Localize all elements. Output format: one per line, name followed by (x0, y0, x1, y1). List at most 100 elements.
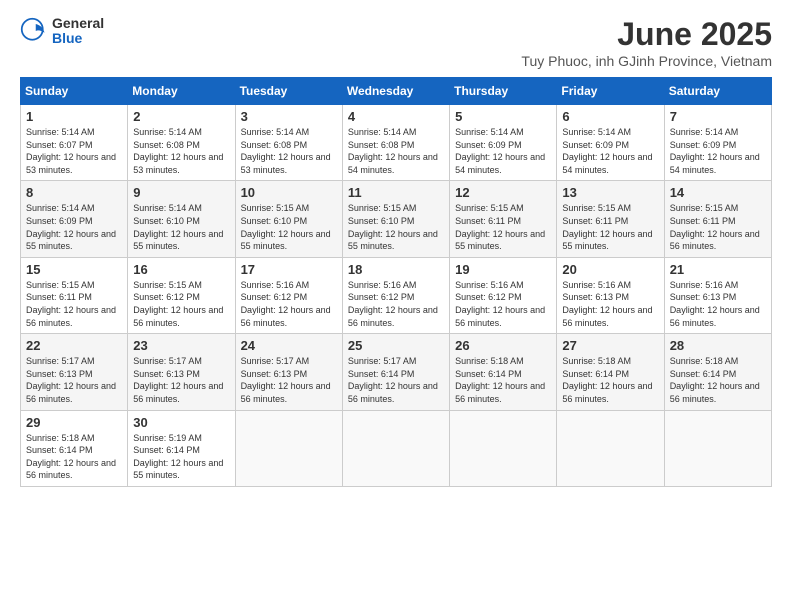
day-cell-9: 9 Sunrise: 5:14 AMSunset: 6:10 PMDayligh… (128, 181, 235, 257)
day-info: Sunrise: 5:16 AMSunset: 6:12 PMDaylight:… (455, 279, 551, 329)
day-info: Sunrise: 5:16 AMSunset: 6:12 PMDaylight:… (348, 279, 444, 329)
day-info: Sunrise: 5:18 AMSunset: 6:14 PMDaylight:… (455, 355, 551, 405)
day-number: 8 (26, 185, 122, 200)
day-info: Sunrise: 5:16 AMSunset: 6:12 PMDaylight:… (241, 279, 337, 329)
day-number: 11 (348, 185, 444, 200)
logo-icon (20, 17, 48, 45)
empty-cell (664, 410, 771, 486)
day-cell-7: 7 Sunrise: 5:14 AMSunset: 6:09 PMDayligh… (664, 105, 771, 181)
day-number: 18 (348, 262, 444, 277)
header-tuesday: Tuesday (235, 78, 342, 105)
day-number: 15 (26, 262, 122, 277)
day-number: 28 (670, 338, 766, 353)
day-cell-6: 6 Sunrise: 5:14 AMSunset: 6:09 PMDayligh… (557, 105, 664, 181)
day-number: 23 (133, 338, 229, 353)
page-header: General Blue June 2025 Tuy Phuoc, inh GJ… (20, 16, 772, 69)
day-info: Sunrise: 5:15 AMSunset: 6:11 PMDaylight:… (562, 202, 658, 252)
day-info: Sunrise: 5:14 AMSunset: 6:08 PMDaylight:… (241, 126, 337, 176)
day-info: Sunrise: 5:15 AMSunset: 6:12 PMDaylight:… (133, 279, 229, 329)
day-cell-14: 14 Sunrise: 5:15 AMSunset: 6:11 PMDaylig… (664, 181, 771, 257)
title-block: June 2025 Tuy Phuoc, inh GJinh Province,… (521, 16, 772, 69)
logo-text: General Blue (52, 16, 104, 47)
day-info: Sunrise: 5:14 AMSunset: 6:09 PMDaylight:… (670, 126, 766, 176)
day-cell-21: 21 Sunrise: 5:16 AMSunset: 6:13 PMDaylig… (664, 257, 771, 333)
day-number: 4 (348, 109, 444, 124)
header-saturday: Saturday (664, 78, 771, 105)
header-thursday: Thursday (450, 78, 557, 105)
weekday-header-row: Sunday Monday Tuesday Wednesday Thursday… (21, 78, 772, 105)
day-cell-12: 12 Sunrise: 5:15 AMSunset: 6:11 PMDaylig… (450, 181, 557, 257)
day-number: 3 (241, 109, 337, 124)
calendar-table: Sunday Monday Tuesday Wednesday Thursday… (20, 77, 772, 487)
day-cell-3: 3 Sunrise: 5:14 AMSunset: 6:08 PMDayligh… (235, 105, 342, 181)
day-cell-25: 25 Sunrise: 5:17 AMSunset: 6:14 PMDaylig… (342, 334, 449, 410)
week-row-4: 22 Sunrise: 5:17 AMSunset: 6:13 PMDaylig… (21, 334, 772, 410)
day-info: Sunrise: 5:15 AMSunset: 6:10 PMDaylight:… (241, 202, 337, 252)
header-wednesday: Wednesday (342, 78, 449, 105)
day-info: Sunrise: 5:19 AMSunset: 6:14 PMDaylight:… (133, 432, 229, 482)
logo-general-text: General (52, 16, 104, 31)
day-number: 16 (133, 262, 229, 277)
day-number: 21 (670, 262, 766, 277)
day-number: 25 (348, 338, 444, 353)
day-cell-29: 29 Sunrise: 5:18 AMSunset: 6:14 PMDaylig… (21, 410, 128, 486)
day-cell-22: 22 Sunrise: 5:17 AMSunset: 6:13 PMDaylig… (21, 334, 128, 410)
empty-cell (342, 410, 449, 486)
day-info: Sunrise: 5:17 AMSunset: 6:13 PMDaylight:… (133, 355, 229, 405)
empty-cell (450, 410, 557, 486)
day-info: Sunrise: 5:15 AMSunset: 6:11 PMDaylight:… (455, 202, 551, 252)
day-number: 30 (133, 415, 229, 430)
week-row-1: 1 Sunrise: 5:14 AMSunset: 6:07 PMDayligh… (21, 105, 772, 181)
logo-blue-text: Blue (52, 31, 104, 46)
day-cell-1: 1 Sunrise: 5:14 AMSunset: 6:07 PMDayligh… (21, 105, 128, 181)
day-cell-28: 28 Sunrise: 5:18 AMSunset: 6:14 PMDaylig… (664, 334, 771, 410)
day-cell-8: 8 Sunrise: 5:14 AMSunset: 6:09 PMDayligh… (21, 181, 128, 257)
day-number: 7 (670, 109, 766, 124)
day-number: 24 (241, 338, 337, 353)
day-number: 5 (455, 109, 551, 124)
week-row-5: 29 Sunrise: 5:18 AMSunset: 6:14 PMDaylig… (21, 410, 772, 486)
day-cell-26: 26 Sunrise: 5:18 AMSunset: 6:14 PMDaylig… (450, 334, 557, 410)
day-number: 9 (133, 185, 229, 200)
day-number: 2 (133, 109, 229, 124)
day-number: 20 (562, 262, 658, 277)
day-info: Sunrise: 5:14 AMSunset: 6:07 PMDaylight:… (26, 126, 122, 176)
day-info: Sunrise: 5:18 AMSunset: 6:14 PMDaylight:… (562, 355, 658, 405)
calendar-title: June 2025 (521, 16, 772, 53)
day-info: Sunrise: 5:14 AMSunset: 6:09 PMDaylight:… (455, 126, 551, 176)
day-cell-27: 27 Sunrise: 5:18 AMSunset: 6:14 PMDaylig… (557, 334, 664, 410)
day-info: Sunrise: 5:18 AMSunset: 6:14 PMDaylight:… (670, 355, 766, 405)
day-info: Sunrise: 5:15 AMSunset: 6:10 PMDaylight:… (348, 202, 444, 252)
day-info: Sunrise: 5:14 AMSunset: 6:08 PMDaylight:… (348, 126, 444, 176)
day-number: 13 (562, 185, 658, 200)
day-info: Sunrise: 5:17 AMSunset: 6:13 PMDaylight:… (241, 355, 337, 405)
empty-cell (557, 410, 664, 486)
day-cell-18: 18 Sunrise: 5:16 AMSunset: 6:12 PMDaylig… (342, 257, 449, 333)
day-number: 12 (455, 185, 551, 200)
day-info: Sunrise: 5:18 AMSunset: 6:14 PMDaylight:… (26, 432, 122, 482)
day-cell-19: 19 Sunrise: 5:16 AMSunset: 6:12 PMDaylig… (450, 257, 557, 333)
day-cell-13: 13 Sunrise: 5:15 AMSunset: 6:11 PMDaylig… (557, 181, 664, 257)
day-number: 19 (455, 262, 551, 277)
day-info: Sunrise: 5:17 AMSunset: 6:14 PMDaylight:… (348, 355, 444, 405)
logo: General Blue (20, 16, 104, 47)
day-cell-15: 15 Sunrise: 5:15 AMSunset: 6:11 PMDaylig… (21, 257, 128, 333)
day-number: 29 (26, 415, 122, 430)
week-row-2: 8 Sunrise: 5:14 AMSunset: 6:09 PMDayligh… (21, 181, 772, 257)
day-number: 27 (562, 338, 658, 353)
day-cell-17: 17 Sunrise: 5:16 AMSunset: 6:12 PMDaylig… (235, 257, 342, 333)
day-cell-2: 2 Sunrise: 5:14 AMSunset: 6:08 PMDayligh… (128, 105, 235, 181)
empty-cell (235, 410, 342, 486)
day-info: Sunrise: 5:15 AMSunset: 6:11 PMDaylight:… (26, 279, 122, 329)
header-monday: Monday (128, 78, 235, 105)
header-friday: Friday (557, 78, 664, 105)
day-cell-30: 30 Sunrise: 5:19 AMSunset: 6:14 PMDaylig… (128, 410, 235, 486)
day-cell-23: 23 Sunrise: 5:17 AMSunset: 6:13 PMDaylig… (128, 334, 235, 410)
calendar-subtitle: Tuy Phuoc, inh GJinh Province, Vietnam (521, 53, 772, 69)
day-number: 22 (26, 338, 122, 353)
day-cell-11: 11 Sunrise: 5:15 AMSunset: 6:10 PMDaylig… (342, 181, 449, 257)
day-cell-5: 5 Sunrise: 5:14 AMSunset: 6:09 PMDayligh… (450, 105, 557, 181)
day-cell-16: 16 Sunrise: 5:15 AMSunset: 6:12 PMDaylig… (128, 257, 235, 333)
day-info: Sunrise: 5:14 AMSunset: 6:09 PMDaylight:… (26, 202, 122, 252)
day-info: Sunrise: 5:14 AMSunset: 6:08 PMDaylight:… (133, 126, 229, 176)
